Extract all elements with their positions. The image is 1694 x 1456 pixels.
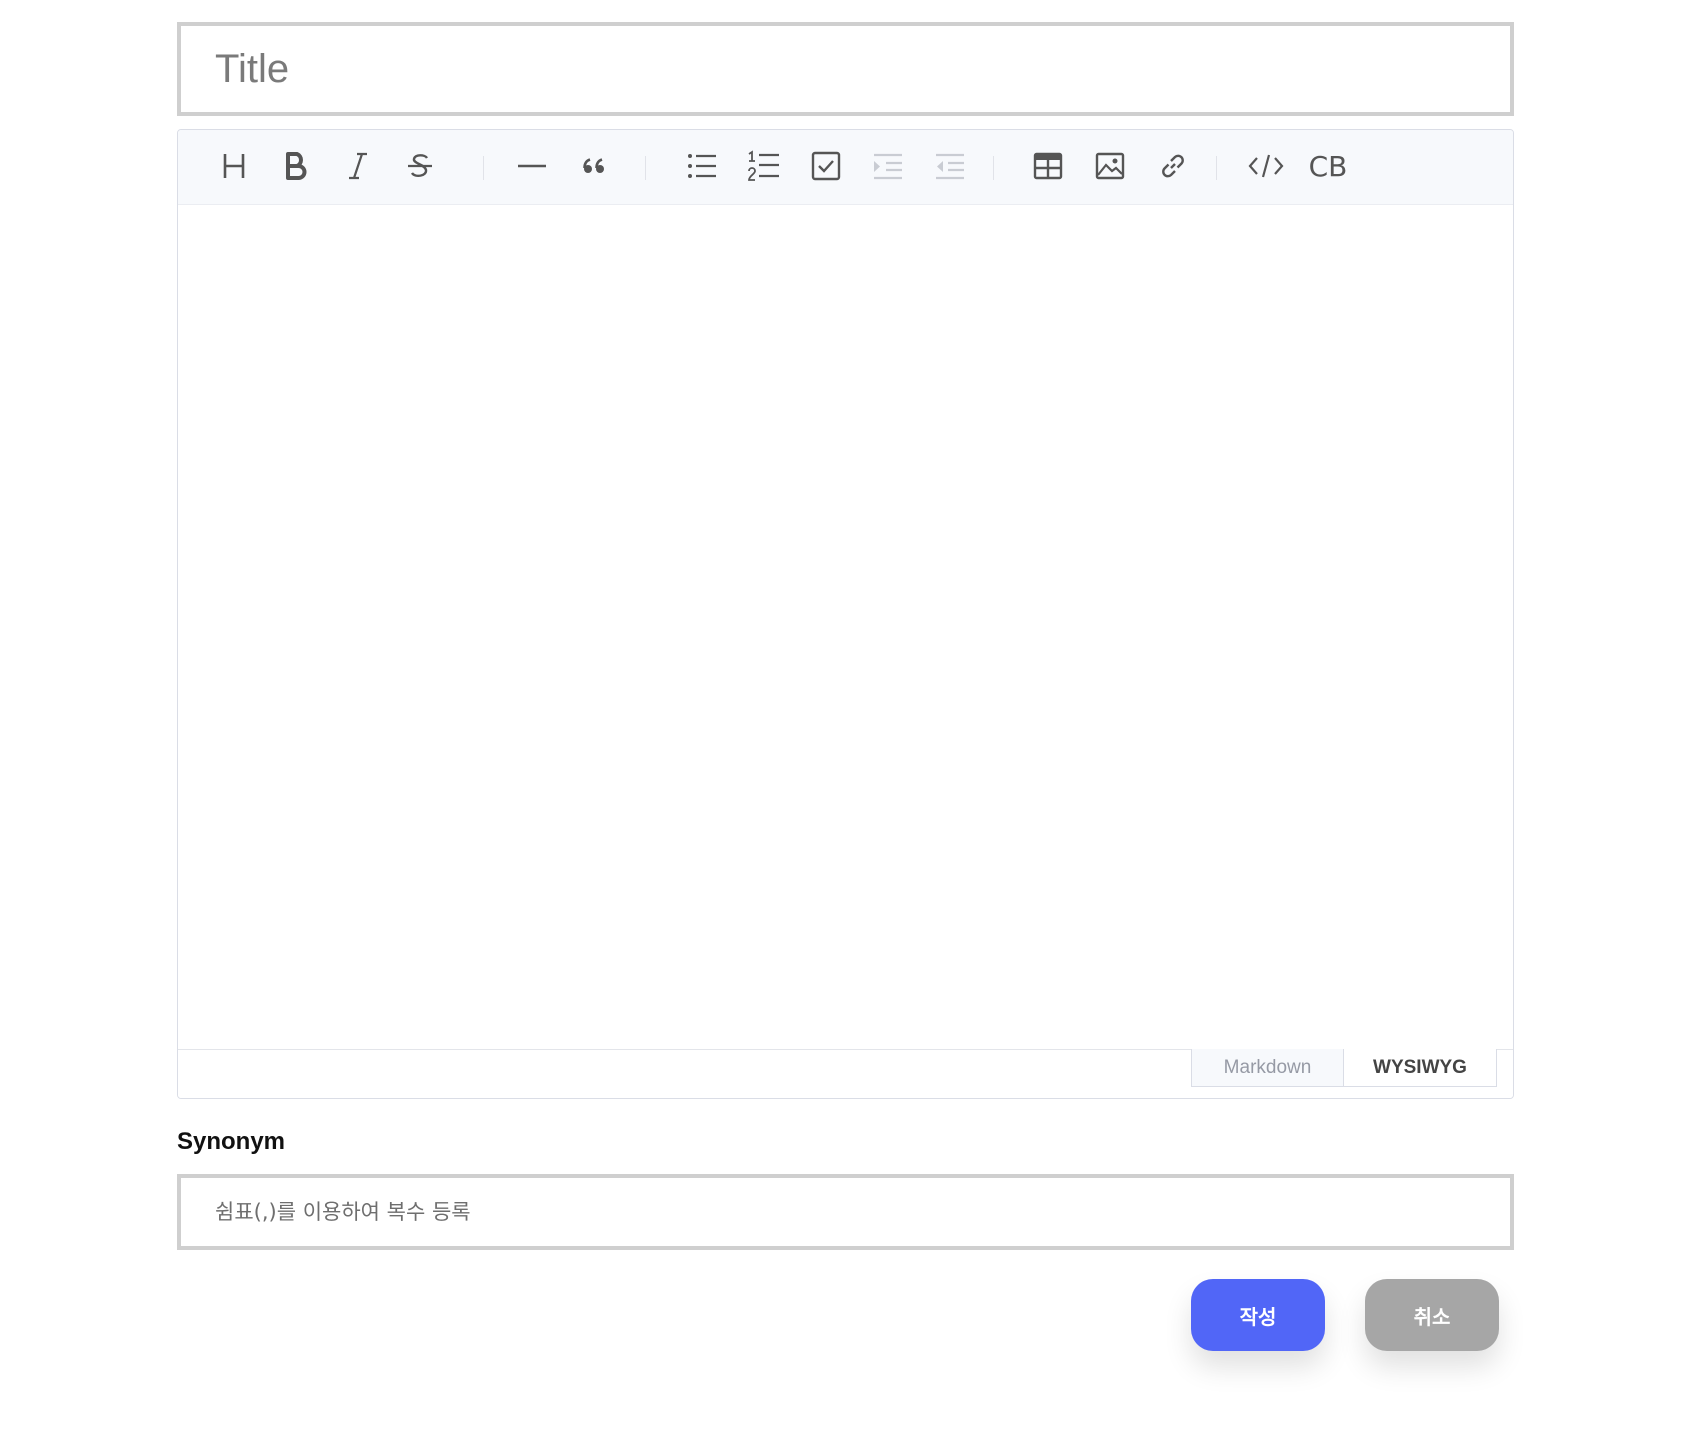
ordered-list-icon [748, 150, 779, 181]
synonym-label: Synonym [177, 1128, 286, 1155]
bold-icon [286, 152, 307, 180]
markdown-mode-tab[interactable]: Markdown [1191, 1049, 1344, 1087]
editor-mode-switch: Markdown WYSIWYG [178, 1049, 1513, 1098]
horizontal-rule-icon [518, 164, 546, 168]
synonym-field[interactable] [177, 1174, 1514, 1250]
cancel-button[interactable]: 취소 [1365, 1279, 1499, 1351]
title-input[interactable] [213, 45, 1510, 93]
link-icon [1162, 154, 1184, 178]
code-block-icon: CB [1308, 149, 1348, 183]
toolbar-divider [645, 156, 646, 180]
task-list-button[interactable] [806, 146, 846, 186]
indent-icon [874, 153, 902, 180]
heading-button[interactable] [214, 146, 254, 186]
editor-content-area[interactable] [178, 205, 1513, 1050]
link-button[interactable] [1153, 146, 1193, 186]
editor-toolbar: CB [178, 130, 1513, 205]
quote-button[interactable] [574, 146, 614, 186]
indent-button[interactable] [868, 146, 908, 186]
title-field[interactable] [177, 22, 1514, 116]
heading-icon [223, 154, 245, 178]
wysiwyg-mode-tab[interactable]: WYSIWYG [1344, 1049, 1497, 1087]
synonym-input[interactable] [213, 1199, 1510, 1225]
toolbar-divider [993, 156, 994, 180]
toolbar-divider [1216, 156, 1217, 180]
quote-icon [583, 158, 604, 173]
image-button[interactable] [1090, 146, 1130, 186]
italic-icon [349, 152, 367, 180]
code-block-button[interactable]: CB [1308, 146, 1348, 186]
rich-text-editor: CB Markdown WYSIWYG [177, 129, 1514, 1099]
italic-button[interactable] [338, 146, 378, 186]
table-icon [1033, 152, 1063, 180]
code-icon [1248, 154, 1284, 178]
code-button[interactable] [1246, 146, 1286, 186]
outdent-button[interactable] [930, 146, 970, 186]
task-list-icon [811, 151, 841, 181]
bullet-list-button[interactable] [682, 146, 722, 186]
ordered-list-button[interactable] [744, 146, 784, 186]
bullet-list-icon [688, 154, 716, 178]
submit-button[interactable]: 작성 [1191, 1279, 1325, 1351]
table-button[interactable] [1028, 146, 1068, 186]
toolbar-divider [483, 156, 484, 180]
post-form: CB Markdown WYSIWYG Synonym [177, 22, 1514, 1250]
bold-button[interactable] [276, 146, 316, 186]
image-icon [1095, 152, 1125, 180]
horizontal-rule-button[interactable] [512, 146, 552, 186]
outdent-icon [936, 153, 964, 180]
strikethrough-icon [408, 154, 432, 178]
strikethrough-button[interactable] [400, 146, 440, 186]
